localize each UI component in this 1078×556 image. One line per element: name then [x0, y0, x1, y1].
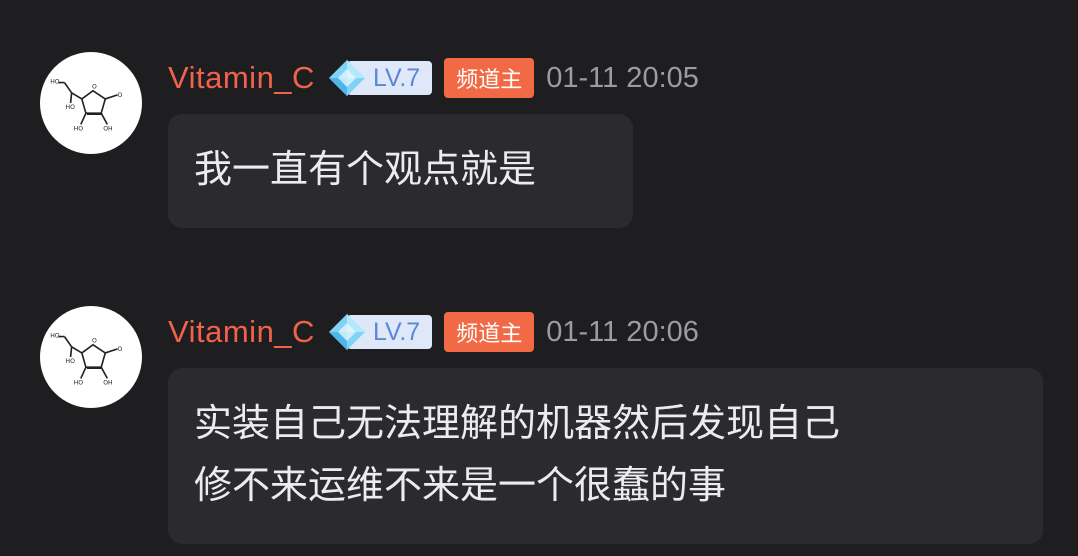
- avatar[interactable]: HO HO O O HO OH: [40, 306, 142, 408]
- timestamp: 01-11 20:06: [546, 315, 699, 348]
- role-badge: 频道主: [444, 312, 535, 352]
- svg-text:OH: OH: [103, 380, 112, 387]
- message-text-line: 实装自己无法理解的机器然后发现自己: [194, 401, 841, 445]
- diamond-gem-icon: [327, 58, 367, 98]
- username[interactable]: Vitamin_C: [168, 314, 315, 350]
- svg-text:O: O: [92, 338, 97, 345]
- message-text-line: 修不来运维不来是一个很蠢的事: [194, 463, 727, 507]
- svg-text:HO: HO: [66, 358, 76, 365]
- svg-text:HO: HO: [50, 333, 60, 340]
- chat-message: HO HO O O HO OH Vitamin_C LV.7 频道主 01-11…: [0, 0, 1078, 556]
- message-bubble[interactable]: 实装自己无法理解的机器然后发现自己 修不来运维不来是一个很蠢的事: [168, 368, 1043, 544]
- svg-text:HO: HO: [74, 380, 84, 387]
- vitamin-c-molecule-icon: HO HO O O HO OH: [50, 333, 123, 387]
- diamond-gem-icon: [327, 312, 367, 352]
- svg-text:O: O: [118, 346, 123, 353]
- message-header: Vitamin_C LV.7 频道主 01-11 20:06: [168, 310, 699, 354]
